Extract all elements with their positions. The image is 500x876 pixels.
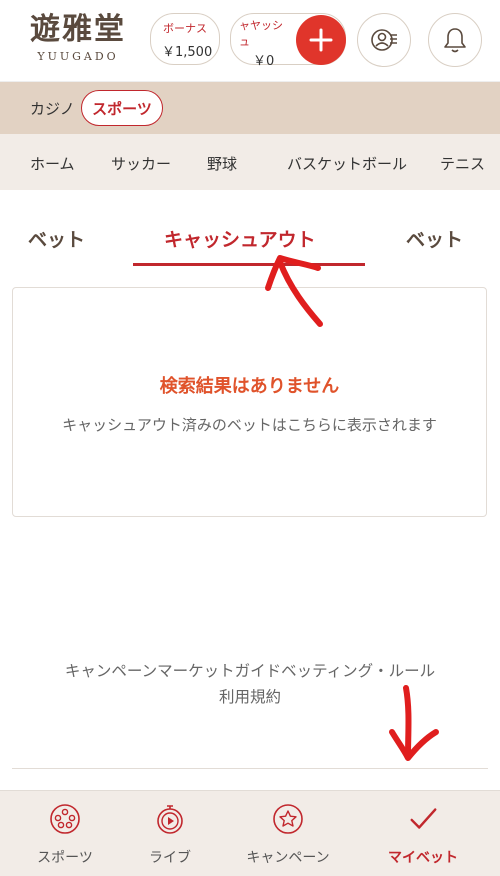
logo-sub-text: YUUGADO — [37, 50, 119, 63]
bottom-nav-live[interactable]: ライブ — [110, 791, 230, 876]
profile-button[interactable] — [357, 13, 411, 67]
footer-divider — [12, 768, 488, 769]
footer-link-line1[interactable]: キャンペーンマーケットガイドベッティング・ルール — [0, 658, 500, 684]
sport-nav-soccer[interactable]: サッカー — [111, 153, 171, 174]
checkmark-icon — [407, 803, 439, 835]
bottom-nav-label: マイベット — [388, 850, 458, 866]
footer-links: キャンペーンマーケットガイドベッティング・ルール 利用規約 — [0, 658, 500, 710]
notification-button[interactable] — [428, 13, 482, 67]
sport-nav: ホーム サッカー 野球 バスケットボール テニス — [0, 134, 500, 190]
top-header: 遊雅堂 YUUGADO ボーナス ￥1,500 ャヤッシュ ￥0 — [0, 0, 500, 82]
bottom-nav-label: キャンペーン — [246, 850, 330, 866]
category-sports[interactable]: スポーツ — [81, 90, 163, 126]
plus-icon — [309, 28, 333, 52]
bottom-nav-campaign[interactable]: キャンペーン — [228, 791, 348, 876]
cash-label: ャヤッシュ — [239, 19, 283, 48]
tab-bet-right[interactable]: ベット — [406, 225, 463, 252]
footer-link-terms[interactable]: 利用規約 — [0, 684, 500, 710]
active-tab-underline — [133, 263, 365, 266]
category-casino[interactable]: カジノ — [30, 98, 75, 119]
empty-title: 検索結果はありません — [159, 376, 340, 397]
soccer-ball-icon — [49, 803, 81, 835]
logo-main-text: 遊雅堂 — [30, 12, 126, 47]
bonus-balance[interactable]: ボーナス ￥1,500 — [150, 13, 220, 65]
empty-subtitle: キャッシュアウト済みのベットはこちらに表示されます — [62, 416, 437, 434]
tab-cashout[interactable]: キャッシュアウト — [164, 225, 316, 252]
category-bar: カジノ スポーツ — [0, 82, 500, 134]
cash-value: ￥0 — [253, 54, 275, 69]
bottom-nav-label: ライブ — [149, 850, 191, 866]
bonus-value: ￥1,500 — [162, 45, 213, 60]
bet-tabs: ベット キャッシュアウト ベット — [0, 190, 500, 280]
user-profile-icon — [371, 29, 397, 51]
tab-bet-left[interactable]: ベット — [28, 225, 85, 252]
sport-nav-tennis[interactable]: テニス — [440, 153, 485, 174]
bell-icon — [444, 28, 466, 53]
bottom-nav-sports[interactable]: スポーツ — [5, 791, 125, 876]
deposit-button[interactable] — [296, 15, 346, 65]
bonus-label: ボーナス — [163, 22, 207, 35]
bottom-nav: スポーツ ライブ キャンペーン マイベット — [0, 790, 500, 876]
bottom-nav-mybets[interactable]: マイベット — [363, 791, 483, 876]
star-badge-icon — [272, 803, 304, 835]
sport-nav-home[interactable]: ホーム — [30, 153, 75, 174]
live-stopwatch-icon — [154, 803, 186, 835]
site-logo[interactable]: 遊雅堂 YUUGADO — [14, 12, 142, 63]
empty-results-card: 検索結果はありません キャッシュアウト済みのベットはこちらに表示されます — [12, 287, 487, 517]
bottom-nav-label: スポーツ — [37, 850, 93, 866]
sport-nav-basketball[interactable]: バスケットボール — [287, 153, 407, 174]
sport-nav-baseball[interactable]: 野球 — [207, 153, 237, 174]
